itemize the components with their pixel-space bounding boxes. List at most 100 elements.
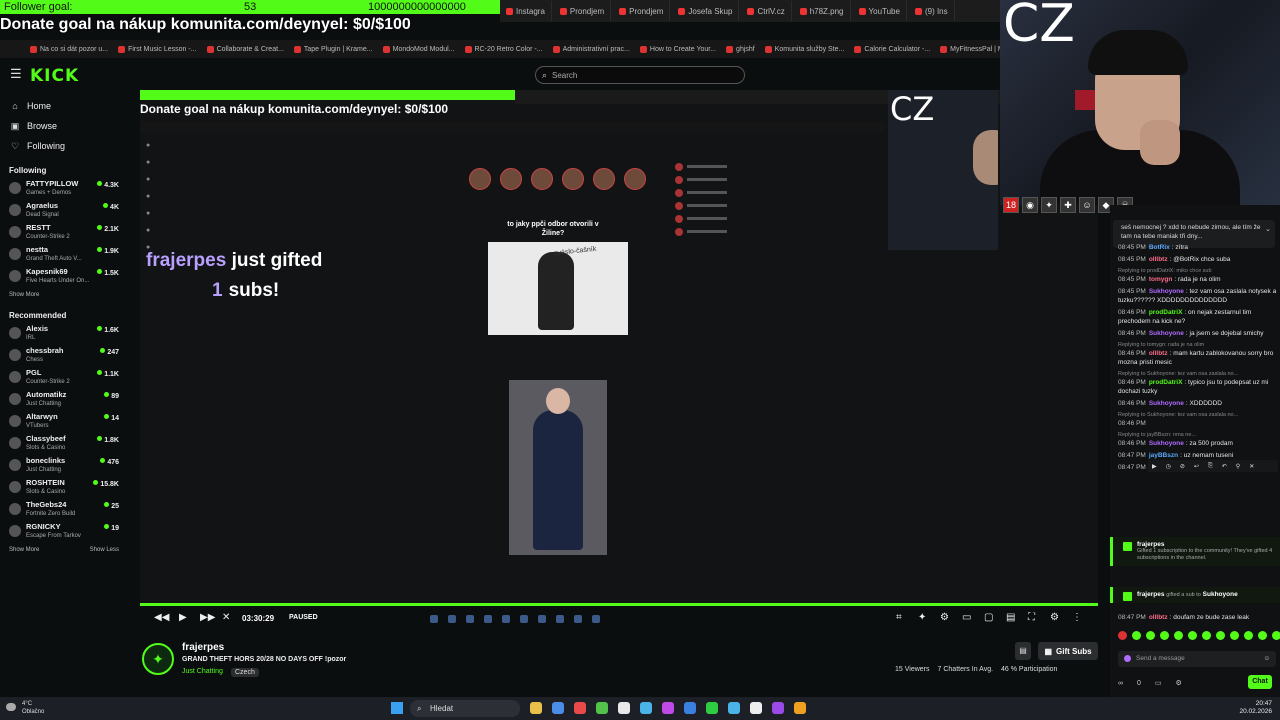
browser-tab[interactable]: h78Z.png — [794, 1, 851, 21]
bookmark-item[interactable]: Collaborate & Creat... — [206, 45, 284, 53]
bookmark-item[interactable]: Komunita služby Ste... — [764, 45, 844, 53]
sidebar-channel[interactable]: Classybeef Slots & Casino 1.8K — [0, 434, 125, 456]
bookmark-item[interactable]: MondoMod Modul... — [382, 45, 455, 53]
chat-username[interactable]: Sukhoyone — [1149, 400, 1184, 407]
chat-username[interactable]: Sukhoyone — [1149, 440, 1184, 447]
taskbar-app-icon[interactable] — [574, 702, 586, 714]
bookmark-item[interactable]: First Music Lesson -... — [118, 45, 197, 53]
chat-input[interactable]: Send a message ☺ — [1118, 651, 1276, 667]
system-clock[interactable]: 20:47 20.02.2026 — [1212, 700, 1272, 716]
share-button[interactable]: ▤ — [1015, 642, 1031, 660]
taskbar-app-icon[interactable] — [662, 702, 674, 714]
gear-icon[interactable]: ⚙ — [1176, 679, 1182, 687]
fullscreen-icon[interactable]: ⛶ — [1028, 612, 1035, 623]
taskbar-app-icon[interactable] — [750, 702, 762, 714]
browser-tab[interactable]: Josefa Skup — [672, 1, 740, 21]
sidebar-channel[interactable]: RESTT Counter-Strike 2 2.1K — [0, 223, 125, 245]
recommended-show-less[interactable]: Show Less — [90, 547, 119, 553]
trash-icon[interactable]: ✕ — [1249, 463, 1254, 470]
bookmark-item[interactable]: How to Create Your... — [639, 45, 716, 53]
sidebar-channel[interactable]: ROSHTEIN Slots & Casino 15.8K — [0, 478, 125, 500]
menu-icon[interactable]: ☰ — [10, 67, 22, 80]
sidebar-channel[interactable]: chessbrah Chess 247 — [0, 346, 125, 368]
windows-start-icon[interactable] — [391, 702, 403, 714]
chat-username[interactable]: prodDatriX — [1149, 379, 1183, 386]
gear-icon[interactable]: ⚙ — [1050, 612, 1059, 623]
captions-icon[interactable]: ▤ — [1006, 612, 1015, 623]
browser-tab[interactable]: Instagra — [500, 1, 552, 21]
bookmark-item[interactable]: RC-20 Retro Color -... — [464, 45, 543, 53]
weather-widget[interactable]: 4°C Oblačno — [22, 700, 44, 716]
timeout-icon[interactable]: ◷ — [1166, 463, 1171, 470]
play-icon[interactable]: ▶ — [179, 612, 187, 623]
search-input[interactable]: ⌕ Search — [535, 66, 745, 84]
sidebar-channel[interactable]: Automatikz Just Chatting 89 — [0, 390, 125, 412]
taskbar-app-icon[interactable] — [794, 702, 806, 714]
bookmark-item[interactable]: Na co si dát pozor u... — [30, 45, 108, 53]
mute-icon[interactable]: ✕ — [222, 612, 230, 623]
highlight-icon[interactable]: ✦ — [918, 612, 926, 623]
taskbar-app-icon[interactable] — [618, 702, 630, 714]
nav-home[interactable]: ⌂ Home — [0, 96, 125, 116]
browser-tab[interactable]: CtrlV.cz — [741, 1, 792, 21]
chat-username[interactable]: Sukhoyone — [1149, 288, 1184, 295]
taskbar-app-icon[interactable] — [684, 702, 696, 714]
taskbar-app-icon[interactable] — [552, 702, 564, 714]
sidebar-channel[interactable]: Kapesnik69 Five Hearts Under On... 1.5K — [0, 267, 125, 289]
loop-icon[interactable]: ∞ — [1118, 680, 1123, 687]
ban-icon[interactable]: ⊘ — [1180, 463, 1185, 470]
chat-send-button[interactable]: Chat — [1248, 675, 1272, 689]
streamer-name[interactable]: frajerpes — [182, 642, 224, 653]
stream-category[interactable]: Just Chatting — [182, 668, 223, 675]
taskbar-app-icon[interactable] — [530, 702, 542, 714]
sidebar-channel[interactable]: FATTYPILLOW Games + Demos 4.3K — [0, 179, 125, 201]
chat-username[interactable]: tomygn — [1149, 276, 1172, 283]
sidebar-channel[interactable]: boneclinks Just Chatting 476 — [0, 456, 125, 478]
gift-card2-target[interactable]: Sukhoyone — [1203, 591, 1238, 598]
theater-icon[interactable]: ▭ — [962, 612, 971, 623]
play-icon[interactable]: ▶ — [1152, 463, 1157, 470]
undo-icon[interactable]: ↶ — [1222, 463, 1227, 470]
copy-icon[interactable]: ⎘ — [1208, 463, 1213, 470]
rewind-icon[interactable]: ◀◀ — [154, 612, 169, 623]
browser-tab[interactable]: Prondjem — [613, 1, 671, 21]
clip-icon[interactable]: ⌗ — [896, 612, 902, 623]
sidebar-channel[interactable]: PGL Counter-Strike 2 1.1K — [0, 368, 125, 390]
chat-username[interactable]: olllbtz — [1149, 256, 1168, 263]
chevron-down-icon[interactable]: ⌄ — [1265, 225, 1271, 234]
bookmark-item[interactable]: MyFitnessPal | MyFit... — [940, 45, 1000, 53]
browser-tab[interactable]: (9) Ins — [909, 1, 955, 21]
bookmark-item[interactable]: ghjshf — [726, 45, 755, 53]
more-icon[interactable]: ⋮ — [1072, 612, 1082, 623]
taskbar-app-icon[interactable] — [596, 702, 608, 714]
settings-icon[interactable]: ⚙ — [940, 612, 949, 623]
following-show-more[interactable]: Show More — [9, 292, 39, 298]
nav-browse[interactable]: ▣ Browse — [0, 116, 125, 136]
language-tag[interactable]: Czech — [231, 668, 259, 677]
bookmark-item[interactable]: Administrativní prac... — [552, 45, 630, 53]
recommended-show-more[interactable]: Show More — [9, 547, 39, 553]
chat-username[interactable]: BotRix — [1149, 244, 1170, 251]
sidebar-channel[interactable]: Alexis IRL 1.6K — [0, 324, 125, 346]
nav-following[interactable]: ♡ Following — [0, 136, 125, 156]
taskbar-app-icon[interactable] — [640, 702, 652, 714]
sidebar-channel[interactable]: RGNICKY Escape From Tarkov 19 — [0, 522, 125, 544]
pip-icon[interactable]: ▢ — [984, 612, 993, 623]
pin-icon[interactable]: ⚲ — [1236, 463, 1240, 470]
forward-icon[interactable]: ▶▶ — [200, 612, 215, 623]
taskbar-app-icon[interactable] — [706, 702, 718, 714]
reply-icon[interactable]: ↩ — [1194, 463, 1199, 470]
emote-picker-icon[interactable]: ☺ — [1263, 651, 1270, 667]
sidebar-channel[interactable]: TheGebs24 Fortnite Zero Build 25 — [0, 500, 125, 522]
sidebar-channel[interactable]: Agraelus Dead Signal 4K — [0, 201, 125, 223]
gift-card-user[interactable]: frajerpes — [1137, 541, 1274, 548]
chat-bubble-icon[interactable]: ▭ — [1155, 679, 1162, 687]
sidebar-channel[interactable]: nestta Grand Theft Auto V... 1.9K — [0, 245, 125, 267]
gift-card2-user[interactable]: frajerpes — [1137, 591, 1164, 598]
chat-username[interactable]: prodDatriX — [1149, 309, 1183, 316]
taskbar-search[interactable]: ⌕ Hledat — [410, 700, 520, 717]
kick-logo[interactable]: KICK — [30, 66, 79, 86]
progress-bar[interactable] — [140, 603, 1098, 606]
bookmark-item[interactable]: Tape Plugin | Krame... — [293, 45, 373, 53]
chat-username[interactable]: Sukhoyone — [1149, 330, 1184, 337]
